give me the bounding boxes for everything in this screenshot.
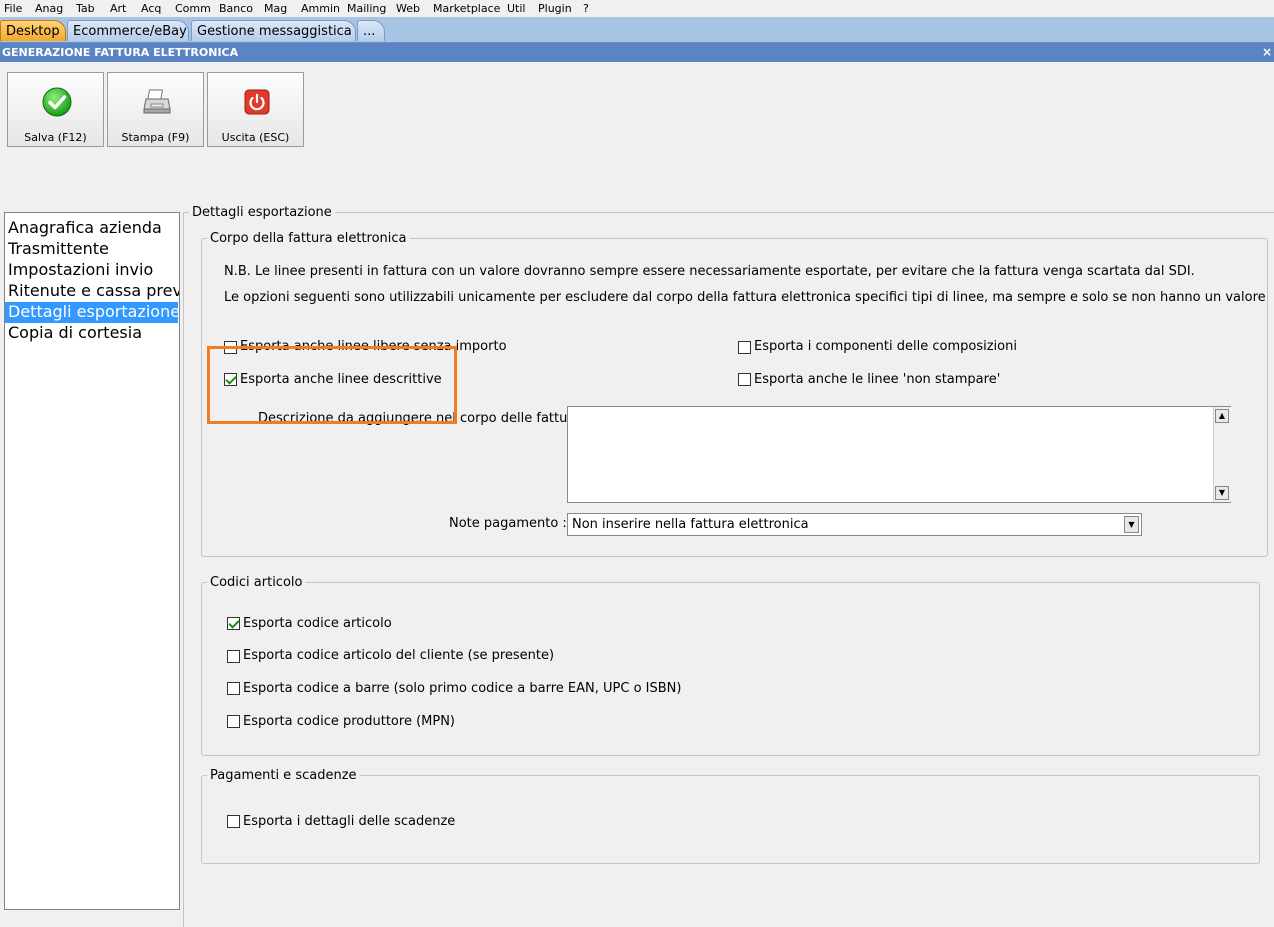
- dettagli-esportazione-group: [183, 212, 184, 927]
- linee-non-stampare-checkbox[interactable]: [738, 373, 751, 386]
- close-icon[interactable]: ×: [1262, 43, 1272, 62]
- print-button[interactable]: Stampa (F9): [107, 72, 204, 147]
- tab-desktop[interactable]: Desktop: [0, 20, 66, 41]
- menu-file[interactable]: File: [4, 2, 22, 15]
- sidebar-item-dettagli-esportazione[interactable]: Dettagli esportazione: [5, 302, 179, 323]
- sidebar-nav: Anagrafica azienda Trasmittente Impostaz…: [4, 212, 180, 910]
- tab-more[interactable]: ...: [357, 20, 385, 41]
- sidebar-item-copia-di-cortesia[interactable]: Copia di cortesia: [8, 323, 142, 344]
- sidebar-item-anagrafica-azienda[interactable]: Anagrafica azienda: [8, 218, 162, 239]
- menu-banco[interactable]: Banco: [219, 2, 253, 15]
- descrizione-textarea[interactable]: [567, 406, 1231, 503]
- menu-ammin[interactable]: Ammin: [301, 2, 340, 15]
- pagamenti-scadenze-label: Pagamenti e scadenze: [207, 769, 360, 783]
- tab-bar: Desktop Ecommerce/eBay Gestione messaggi…: [0, 17, 1274, 43]
- note-opzioni-text: Le opzioni seguenti sono utilizzabili un…: [224, 290, 1266, 305]
- printer-icon: [143, 89, 171, 114]
- menu-util[interactable]: Util: [507, 2, 525, 15]
- menu-marketplace[interactable]: Marketplace: [433, 2, 500, 15]
- menu-mag[interactable]: Mag: [264, 2, 287, 15]
- sidebar-item-impostazioni-invio[interactable]: Impostazioni invio: [8, 260, 153, 281]
- corpo-fattura-label: Corpo della fattura elettronica: [207, 232, 410, 246]
- menu-plugin[interactable]: Plugin: [538, 2, 572, 15]
- codice-articolo-checkbox[interactable]: [227, 617, 240, 630]
- note-pagamento-value: Non inserire nella fattura elettronica: [572, 517, 809, 532]
- linee-non-stampare-label: Esporta anche le linee 'non stampare': [754, 372, 1001, 387]
- dettagli-scadenze-label: Esporta i dettagli delle scadenze: [243, 814, 456, 829]
- save-button-label: Salva (F12): [24, 131, 87, 144]
- componenti-composizioni-label: Esporta i componenti delle composizioni: [754, 339, 1017, 354]
- codici-articolo-label: Codici articolo: [207, 576, 306, 590]
- dettagli-esportazione-label: Dettagli esportazione: [189, 206, 335, 220]
- exit-button[interactable]: Uscita (ESC): [207, 72, 304, 147]
- tab-gestione-messaggistica[interactable]: Gestione messaggistica: [191, 20, 356, 41]
- window-title-bar: GENERAZIONE FATTURA ELETTRONICA ×: [0, 43, 1274, 62]
- note-pagamento-select[interactable]: Non inserire nella fattura elettronica ▼: [567, 513, 1142, 536]
- codice-produttore-label: Esporta codice produttore (MPN): [243, 714, 455, 729]
- codice-produttore-checkbox[interactable]: [227, 715, 240, 728]
- save-button[interactable]: Salva (F12): [7, 72, 104, 147]
- menu-help[interactable]: ?: [583, 2, 589, 15]
- codice-barre-label: Esporta codice a barre (solo primo codic…: [243, 681, 682, 696]
- menu-acq[interactable]: Acq: [141, 2, 161, 15]
- menu-web[interactable]: Web: [396, 2, 420, 15]
- power-icon: [244, 89, 270, 115]
- note-sdi-text: N.B. Le linee presenti in fattura con un…: [224, 264, 1195, 279]
- menu-tab[interactable]: Tab: [76, 2, 95, 15]
- exit-button-label: Uscita (ESC): [221, 131, 290, 144]
- menu-bar: File Anag Tab Art Acq Comm Banco Mag Amm…: [0, 0, 1274, 17]
- window-title: GENERAZIONE FATTURA ELETTRONICA: [2, 46, 239, 59]
- sidebar-item-ritenute[interactable]: Ritenute e cassa previdenziale: [8, 281, 179, 302]
- chevron-down-icon[interactable]: ▼: [1124, 516, 1139, 533]
- dettagli-esportazione-top-border: [183, 212, 1274, 213]
- codice-cliente-checkbox[interactable]: [227, 650, 240, 663]
- note-pagamento-label: Note pagamento :: [449, 516, 567, 531]
- tab-ecommerce-ebay[interactable]: Ecommerce/eBay: [67, 20, 189, 41]
- check-icon: [42, 87, 72, 117]
- codice-articolo-label: Esporta codice articolo: [243, 616, 392, 631]
- scroll-up-icon[interactable]: ▲: [1215, 409, 1229, 423]
- menu-anag[interactable]: Anag: [35, 2, 63, 15]
- highlight-box: [207, 346, 457, 424]
- menu-art[interactable]: Art: [110, 2, 126, 15]
- componenti-composizioni-checkbox[interactable]: [738, 341, 751, 354]
- codice-cliente-label: Esporta codice articolo del cliente (se …: [243, 648, 555, 663]
- print-button-label: Stampa (F9): [121, 131, 190, 144]
- sidebar-item-trasmittente[interactable]: Trasmittente: [8, 239, 109, 260]
- codice-barre-checkbox[interactable]: [227, 682, 240, 695]
- menu-comm[interactable]: Comm: [175, 2, 211, 15]
- descrizione-scrollbar[interactable]: ▲ ▼: [1213, 407, 1231, 502]
- scroll-down-icon[interactable]: ▼: [1215, 486, 1229, 500]
- menu-mailing[interactable]: Mailing: [347, 2, 386, 15]
- dettagli-scadenze-checkbox[interactable]: [227, 815, 240, 828]
